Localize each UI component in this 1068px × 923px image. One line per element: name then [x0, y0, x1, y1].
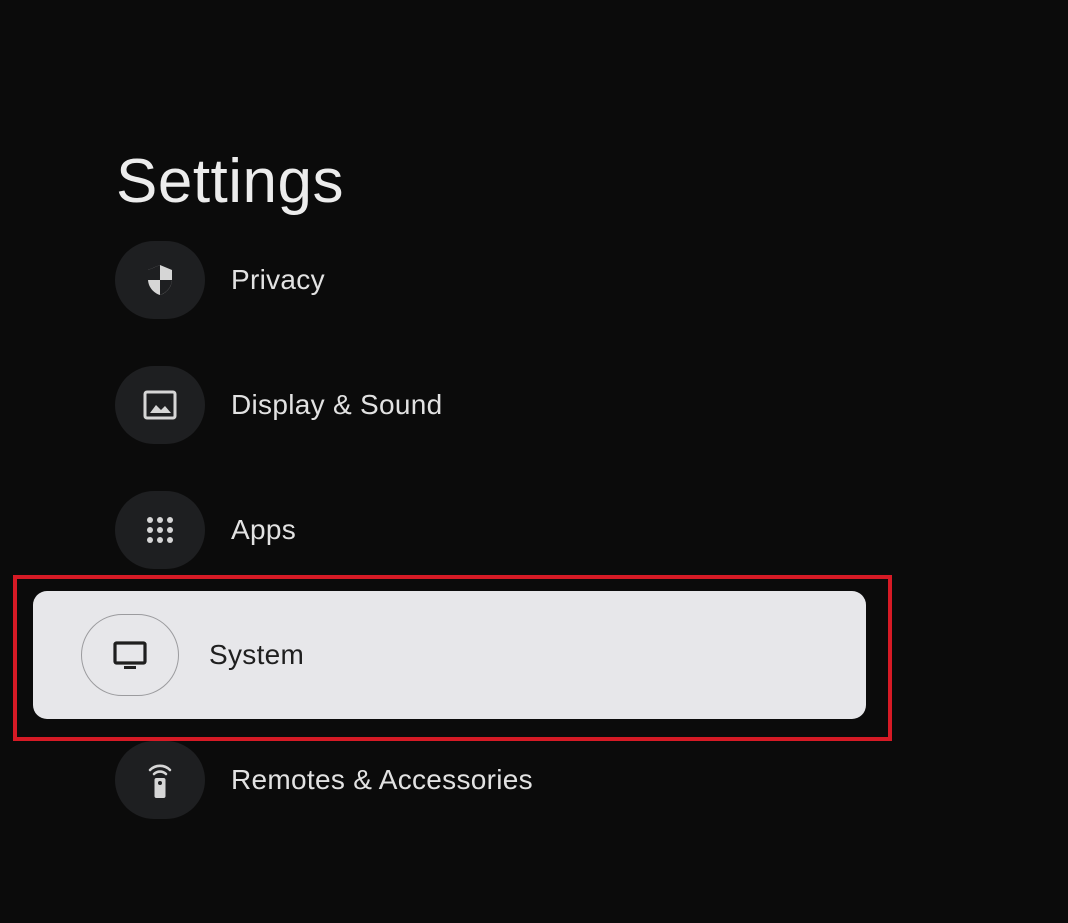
tv-icon — [81, 614, 179, 696]
remote-icon — [115, 741, 205, 819]
menu-item-remotes-accessories[interactable]: Remotes & Accessories — [115, 741, 815, 819]
image-icon — [115, 366, 205, 444]
menu-item-label: Apps — [231, 514, 297, 545]
menu-item-privacy[interactable]: Privacy — [115, 241, 815, 319]
apps-grid-icon — [115, 491, 205, 569]
menu-item-system[interactable]: System — [33, 591, 866, 719]
menu-item-label: System — [209, 639, 305, 670]
menu-item-label: Remotes & Accessories — [231, 764, 533, 795]
settings-screen: Settings Privacy Display & Sound Apps Sy… — [0, 0, 1068, 923]
menu-item-apps[interactable]: Apps — [115, 491, 815, 569]
menu-item-label: Display & Sound — [231, 389, 443, 420]
menu-item-label: Privacy — [231, 264, 325, 295]
page-title: Settings — [116, 146, 345, 216]
shield-icon — [115, 241, 205, 319]
menu-item-display-sound[interactable]: Display & Sound — [115, 366, 815, 444]
